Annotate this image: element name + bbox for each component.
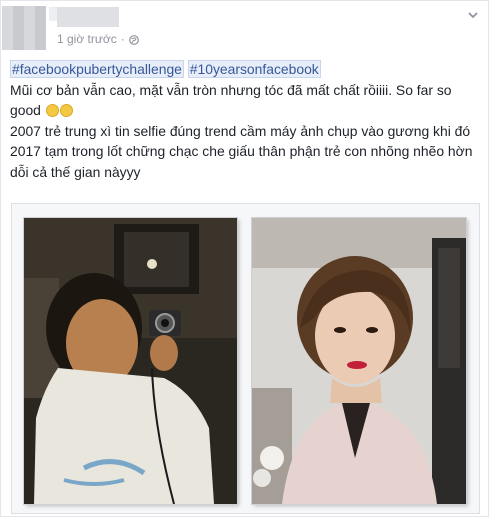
post-line: Mũi cơ bản vẫn cao, mặt vẫn tròn nhưng t…: [10, 80, 480, 121]
hashtag-link[interactable]: #10yearsonfacebook: [187, 60, 321, 78]
author-name-redacted-block[interactable]: [57, 7, 119, 27]
separator-dot: ·: [120, 32, 125, 46]
post-meta: 1 giờ trước ·: [57, 32, 139, 46]
hashtag-link[interactable]: #facebookpubertychallenge: [10, 60, 184, 78]
smiley-emoji-icon: [45, 104, 59, 117]
post-text: #facebookpubertychallenge #10yearsonface…: [10, 59, 480, 182]
chevron-down-icon[interactable]: [467, 8, 479, 20]
photo-2007-mirror-selfie[interactable]: [24, 218, 237, 504]
timestamp[interactable]: 1 giờ trước: [57, 32, 117, 46]
smiley-emoji-icon: [59, 104, 73, 117]
post-line: 2007 trẻ trung xì tin selfie đúng trend …: [10, 122, 471, 139]
globe-icon[interactable]: [128, 34, 139, 45]
photo-attachment: [11, 203, 480, 514]
post-line-text: Mũi cơ bản vẫn cao, mặt vẫn tròn nhưng t…: [10, 81, 452, 98]
avatar[interactable]: [2, 6, 46, 50]
hashtags-line: #facebookpubertychallenge #10yearsonface…: [10, 59, 480, 80]
photo-2017-portrait[interactable]: [252, 218, 466, 504]
post-line: 2017 tạm trong lốt chững chạc che giấu t…: [10, 143, 473, 180]
author-name-redacted: [49, 7, 57, 21]
post-line-text: good: [10, 102, 41, 118]
facebook-post: 1 giờ trước · #facebookpubertychallenge …: [0, 0, 489, 517]
